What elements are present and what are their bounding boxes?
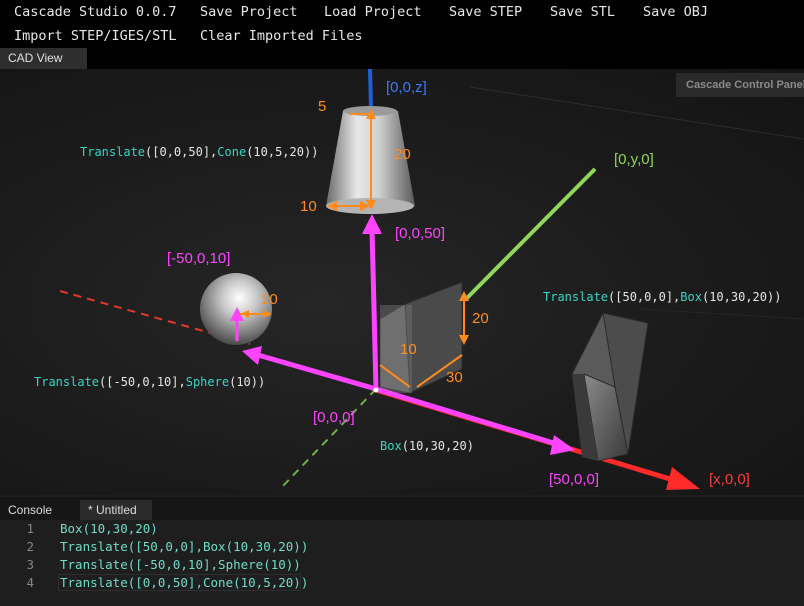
caption-args: ([-50,0,10], [99,375,186,389]
code-text[interactable]: Box(10,30,20) [60,520,158,538]
y-axis-negative-line [279,388,377,490]
save-stl-button[interactable]: Save STL [550,4,615,20]
save-project-button[interactable]: Save Project [200,4,298,20]
code-line[interactable]: 3 Translate([-50,0,10],Sphere(10)) [0,556,804,574]
translate-arrowhead-box2 [550,435,575,455]
line-number: 3 [26,557,34,572]
save-obj-button[interactable]: Save OBJ [643,4,708,20]
tab-cad-view[interactable]: CAD View [0,48,87,69]
caption-args: (10,5,20)) [246,145,319,159]
control-panel-button[interactable]: Cascade Control Panel [676,73,804,97]
clear-imported-button[interactable]: Clear Imported Files [200,28,363,44]
x-axis-label: [x,0,0] [709,471,750,488]
load-project-button[interactable]: Load Project [324,4,422,20]
code-text[interactable]: Translate([50,0,0],Box(10,30,20)) [60,538,308,556]
save-step-button[interactable]: Save STEP [449,4,522,20]
z-axis-label: [0,0,z] [386,79,427,96]
caption-args: (10,30,20) [401,439,474,453]
caption-fn: Translate [34,375,100,389]
cone-center-label: [0,0,50] [395,225,446,242]
caption-args: ([50,0,0], [608,290,681,304]
tab-console[interactable]: Console [0,500,60,520]
origin-marker [373,387,379,393]
z-axis-line [368,69,373,110]
cad-viewport[interactable]: Cascade Control Panel [0,0,z] [0,y,0] [x… [0,69,804,495]
code-line[interactable]: 4 Translate([0,0,50],Cone(10,5,20)) [0,574,804,592]
import-files-button[interactable]: Import STEP/IGES/STL [14,28,177,44]
box2-caption: Translate([50,0,0],Box(10,30,20)) [543,290,781,304]
box2-offset-label: [50,0,0] [549,471,600,488]
code-line[interactable]: 1 Box(10,30,20) [0,520,804,538]
cone-height-label: 20 [394,146,411,163]
box-y-dim-label: 30 [446,369,463,386]
caption-fn: Translate [543,290,609,304]
cone-caption: Translate([0,0,50],Cone(10,5,20)) [80,145,318,159]
app-title-menu[interactable]: Cascade Studio 0.0.7 [14,4,177,20]
y-axis-line [464,167,597,301]
caption-fn: Box [380,439,402,453]
scene-canvas [59,69,804,490]
x-axis-arrowhead [666,467,700,490]
sphere-caption: Translate([-50,0,10],Sphere(10)) [34,375,265,389]
caption-fn: Cone [217,145,247,159]
y-axis-label: [0,y,0] [614,151,654,168]
editor-tab-strip: Console * Untitled [0,497,804,520]
view-tab-strip: CAD View [0,48,804,69]
code-editor[interactable]: 1 Box(10,30,20) 2 Translate([50,0,0],Box… [0,520,804,606]
sphere-center-label: [-50,0,10] [167,250,231,267]
caption-args: (10,30,20)) [701,290,782,304]
cone-top-radius-label: 5 [318,98,327,115]
caption-fn: Box [680,290,702,304]
code-text[interactable]: Translate([-50,0,10],Sphere(10)) [60,556,301,574]
translate-arrow-cone [369,228,379,390]
sphere-radius-label: 10 [261,291,278,308]
caption-args: ([0,0,50], [145,145,218,159]
code-text[interactable]: Translate([0,0,50],Cone(10,5,20)) [60,574,308,592]
line-number: 1 [26,521,34,536]
box-x-dim-label: 10 [400,341,417,358]
translate-arrow-box2 [375,386,561,448]
code-line[interactable]: 2 Translate([50,0,0],Box(10,30,20)) [0,538,804,556]
translate-arrow-sphere [257,352,377,392]
caption-args: (10)) [229,375,266,389]
menu-bar: Cascade Studio 0.0.7 Save Project Load P… [0,0,804,48]
translate-arrowhead-cone [362,214,382,234]
caption-fn: Sphere [185,375,230,389]
line-number: 4 [26,575,34,590]
cone-bottom-radius-label: 10 [300,198,317,215]
line-number: 2 [26,539,34,554]
caption-fn: Translate [80,145,146,159]
box-caption: Box(10,30,20) [380,439,474,453]
origin-label: [0,0,0] [313,409,355,426]
translate-arrowhead-sphere [242,346,262,365]
grid-line [639,308,804,320]
tab-untitled[interactable]: * Untitled [80,500,152,520]
box-z-dim-label: 20 [472,310,489,327]
